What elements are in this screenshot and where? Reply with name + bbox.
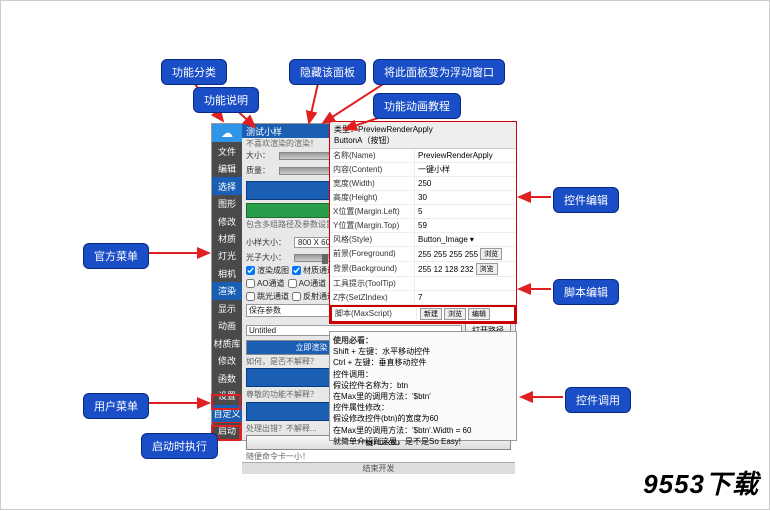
callout-func-desc: 功能说明 <box>193 87 259 113</box>
callout-user-menu: 用户菜单 <box>83 393 149 419</box>
callout-to-float: 将此面板变为浮动窗口 <box>373 59 505 85</box>
callout-script-edit: 脚本编辑 <box>553 279 619 305</box>
callout-official-menu: 官方菜单 <box>83 243 149 269</box>
callout-func-category: 功能分类 <box>161 59 227 85</box>
callout-ctrl-edit: 控件编辑 <box>553 187 619 213</box>
callout-run-on-start: 启动时执行 <box>141 433 218 459</box>
callout-hide-panel: 隐藏该面板 <box>289 59 366 85</box>
watermark: 9553下载 <box>643 464 759 501</box>
callout-anim-tutorial: 功能动画教程 <box>373 93 461 119</box>
callout-ctrl-call: 控件调用 <box>565 387 631 413</box>
